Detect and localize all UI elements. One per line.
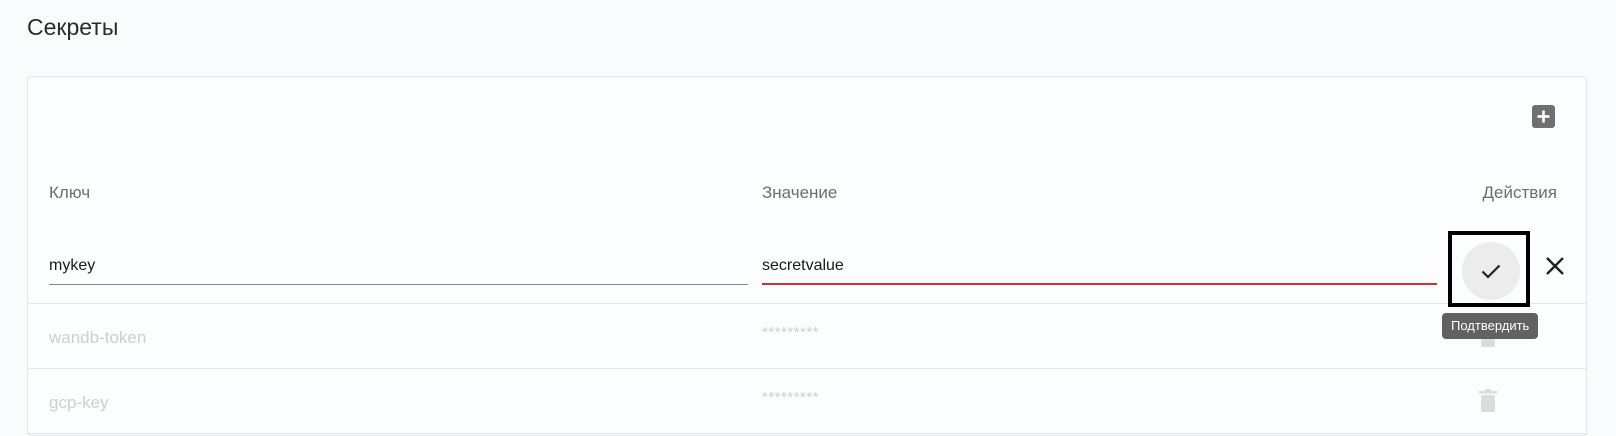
value-input[interactable] [762, 249, 1437, 283]
table-row: gcp-key ********* [28, 369, 1586, 434]
check-icon [1481, 264, 1501, 279]
page-title: Секреты [27, 14, 119, 40]
column-header-key: Ключ [49, 183, 91, 202]
close-icon [1546, 257, 1564, 275]
confirm-button[interactable] [1462, 242, 1520, 300]
plus-square-icon [1537, 110, 1550, 123]
table-row: wandb-token ********* [28, 304, 1586, 369]
cancel-button[interactable] [1540, 251, 1570, 281]
column-header-value: Значение [762, 183, 838, 202]
key-field [49, 249, 748, 285]
confirm-highlight [1448, 231, 1530, 307]
row-value: ********* [762, 389, 820, 406]
key-input[interactable] [49, 249, 748, 283]
secrets-card: Ключ Значение Действия wandb-token *****… [27, 76, 1587, 436]
edit-row [28, 227, 1586, 307]
column-header-actions: Действия [1482, 183, 1557, 202]
trash-icon[interactable] [1478, 389, 1498, 413]
confirm-tooltip: Подтвердить [1442, 313, 1539, 339]
value-field [762, 249, 1437, 285]
row-key: gcp-key [49, 393, 109, 412]
row-value: ********* [762, 324, 820, 341]
add-secret-button[interactable] [1532, 105, 1555, 128]
row-key: wandb-token [49, 328, 147, 347]
